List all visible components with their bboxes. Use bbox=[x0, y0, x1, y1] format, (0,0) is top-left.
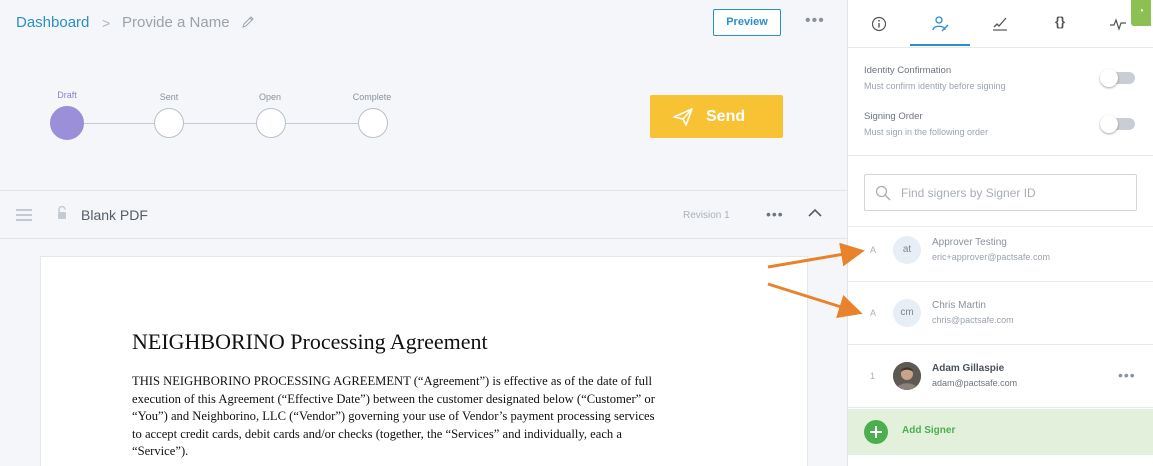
step-connector bbox=[84, 123, 154, 124]
signer-order: A bbox=[870, 308, 877, 318]
plus-icon bbox=[864, 420, 888, 444]
variables-icon: {} bbox=[1054, 14, 1066, 29]
identity-confirmation-desc: Must confirm identity before signing bbox=[864, 81, 1006, 91]
send-button-label: Send bbox=[706, 108, 746, 125]
signers-panel: {} ◔ Identity Confirmation Must confirm … bbox=[847, 0, 1153, 466]
signing-order-toggle[interactable] bbox=[1100, 115, 1135, 133]
agreement-body: THIS NEIGHBORINO PROCESSING AGREEMENT (“… bbox=[132, 373, 722, 461]
send-button[interactable]: Send bbox=[650, 95, 783, 138]
signer-email: chris@pactsafe.com bbox=[932, 315, 1014, 325]
divider bbox=[848, 155, 1153, 156]
step-circle-draft bbox=[50, 106, 84, 140]
tab-signature[interactable] bbox=[990, 14, 1010, 34]
signer-email: eric+approver@pactsafe.com bbox=[932, 252, 1050, 262]
step-connector bbox=[184, 123, 256, 124]
signer-email: adam@pactsafe.com bbox=[932, 378, 1018, 388]
signer-name: Chris Martin bbox=[932, 300, 986, 311]
paper-plane-icon bbox=[673, 108, 693, 126]
step-label-complete: Complete bbox=[352, 92, 392, 102]
avatar: at bbox=[893, 236, 921, 264]
agreement-line: execution of this Agreement (“Effective … bbox=[132, 391, 655, 406]
signer-more-icon[interactable]: ••• bbox=[1118, 367, 1136, 383]
document-title: Blank PDF bbox=[81, 207, 148, 223]
avatar: cm bbox=[893, 299, 921, 327]
signing-order-title: Signing Order bbox=[864, 111, 923, 122]
signer-search-input[interactable] bbox=[901, 183, 1126, 203]
signer-row[interactable]: 1 Adam Gillaspie adam@pactsafe.com ••• bbox=[848, 346, 1153, 408]
tab-variables[interactable]: {} bbox=[1050, 14, 1070, 34]
signers-icon bbox=[932, 16, 949, 32]
add-signer-label: Add Signer bbox=[902, 425, 956, 436]
document-page: NEIGHBORINO Processing Agreement THIS NE… bbox=[40, 256, 808, 466]
step-label-sent: Sent bbox=[159, 92, 179, 102]
unlock-icon[interactable] bbox=[57, 206, 67, 220]
panel-tabs: {} ◔ bbox=[848, 0, 1153, 48]
user-photo-icon bbox=[893, 362, 921, 390]
revision-label: Revision 1 bbox=[683, 210, 730, 221]
signer-order: A bbox=[870, 245, 877, 255]
agreement-line: “Service”). bbox=[132, 444, 189, 458]
agreement-line: THIS NEIGHBORINO PROCESSING AGREEMENT (“… bbox=[132, 374, 652, 388]
top-bar: Dashboard > Provide a Name Preview ••• bbox=[0, 0, 847, 46]
signer-order: 1 bbox=[870, 371, 876, 381]
agreement-title: NEIGHBORINO Processing Agreement bbox=[132, 329, 488, 354]
document-header: Blank PDF Revision 1 ••• bbox=[0, 190, 847, 239]
chevron-up-icon[interactable] bbox=[808, 208, 822, 218]
identity-confirmation-toggle[interactable] bbox=[1100, 69, 1135, 87]
signing-order-desc: Must sign in the following order bbox=[864, 127, 989, 137]
agreement-line: to accept credit cards, debit cards and/… bbox=[132, 426, 622, 441]
signer-search[interactable] bbox=[864, 174, 1137, 211]
signature-icon bbox=[993, 17, 1007, 31]
signer-row[interactable]: A cm Chris Martin chris@pactsafe.com bbox=[848, 283, 1153, 345]
search-icon bbox=[875, 185, 891, 201]
tab-info[interactable] bbox=[869, 14, 889, 34]
step-circle-complete bbox=[358, 108, 388, 138]
main-area: Dashboard > Provide a Name Preview ••• D… bbox=[0, 0, 847, 466]
status-stepper: Draft Sent Open Complete bbox=[0, 80, 500, 150]
info-icon bbox=[871, 16, 887, 32]
step-connector bbox=[286, 123, 358, 124]
help-widget-icon[interactable]: ◔ bbox=[1131, 0, 1151, 26]
more-options-icon[interactable]: ••• bbox=[805, 12, 825, 30]
identity-confirmation-title: Identity Confirmation bbox=[864, 65, 952, 76]
pencil-icon[interactable] bbox=[241, 15, 255, 29]
tab-signers[interactable] bbox=[930, 14, 950, 34]
preview-button[interactable]: Preview bbox=[713, 9, 781, 36]
add-signer-button[interactable]: Add Signer bbox=[848, 409, 1153, 455]
tab-activity[interactable] bbox=[1108, 14, 1128, 34]
breadcrumb-dashboard-link[interactable]: Dashboard bbox=[16, 14, 89, 31]
contract-name-field[interactable]: Provide a Name bbox=[122, 14, 230, 31]
activity-icon bbox=[1110, 18, 1126, 31]
step-circle-open bbox=[256, 108, 286, 138]
avatar bbox=[893, 362, 921, 390]
drag-handle-icon[interactable] bbox=[16, 209, 32, 221]
step-label-draft: Draft bbox=[57, 90, 77, 100]
signer-row[interactable]: A at Approver Testing eric+approver@pact… bbox=[848, 220, 1153, 282]
signer-name: Approver Testing bbox=[932, 237, 1007, 248]
step-label-open: Open bbox=[258, 92, 282, 102]
document-more-icon[interactable]: ••• bbox=[766, 206, 784, 222]
active-tab-indicator bbox=[910, 44, 970, 46]
breadcrumb-separator: > bbox=[102, 15, 111, 31]
agreement-line: “You”) and Neighborino, LLC (“Vendor”) g… bbox=[132, 409, 655, 423]
step-circle-sent bbox=[154, 108, 184, 138]
signer-name: Adam Gillaspie bbox=[932, 363, 1005, 374]
